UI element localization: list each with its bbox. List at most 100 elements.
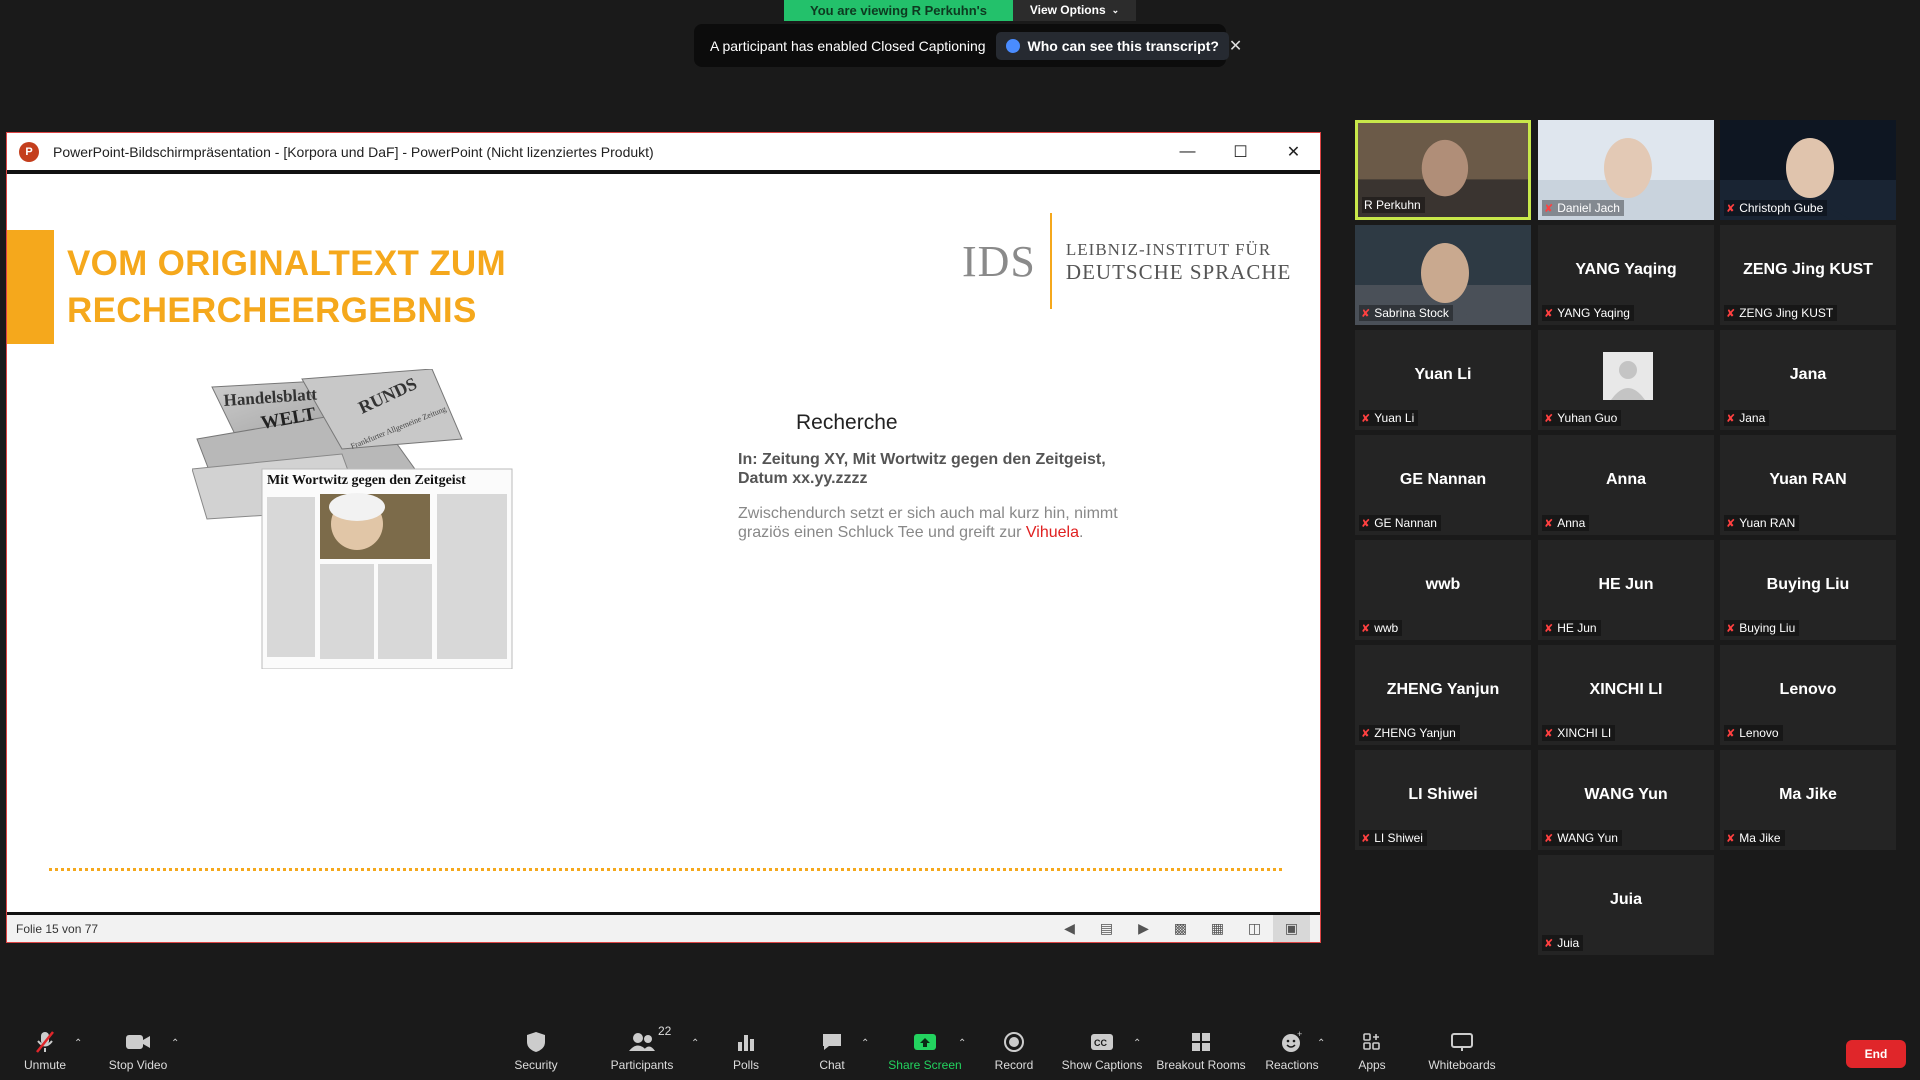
security-label: Security — [514, 1058, 558, 1072]
slideshow-view-icon[interactable]: ▣ — [1273, 915, 1310, 942]
normal-view-icon[interactable]: ▩ — [1162, 920, 1199, 937]
muted-microphone-icon: ✘ — [1544, 622, 1554, 635]
participant-tile[interactable]: XINCHI LI ✘ XINCHI LI — [1538, 645, 1714, 745]
participant-display-name: Yuan Li — [1414, 366, 1472, 383]
record-button[interactable]: Record — [964, 1030, 1064, 1072]
participant-display-name: HE Jun — [1598, 576, 1654, 593]
participant-name: GE Nannan — [1374, 516, 1437, 530]
participant-display-name: Jana — [1789, 366, 1827, 383]
participant-tile[interactable]: ✘ Sabrina Stock — [1355, 225, 1531, 325]
participant-name-label: ✘ Daniel Jach — [1542, 200, 1624, 216]
participant-name: Jana — [1739, 411, 1766, 425]
next-slide-icon[interactable]: ▶ — [1125, 920, 1162, 937]
slide-menu-icon[interactable]: ▤ — [1088, 920, 1125, 937]
maximize-icon[interactable]: ☐ — [1214, 133, 1267, 170]
ids-abbreviation: IDS — [962, 236, 1036, 286]
participant-tile[interactable]: ✘ Christoph Gube — [1720, 120, 1896, 220]
participant-tile[interactable]: ✘ Yuhan Guo — [1538, 330, 1714, 430]
recherche-heading: Recherche — [796, 411, 898, 434]
participant-tile[interactable]: LI Shiwei ✘ LI Shiwei — [1355, 750, 1531, 850]
audio-options-caret-icon[interactable]: ⌃ — [74, 1038, 82, 1049]
participant-tile[interactable]: wwb ✘ wwb — [1355, 540, 1531, 640]
ids-name-line2: DEUTSCHE SPRACHE — [1065, 260, 1292, 284]
view-options-button[interactable]: View Options ⌄ — [1013, 0, 1136, 21]
slide-accent-bar — [7, 230, 54, 344]
slide-canvas: VOM ORIGINALTEXT ZUM RECHERCHEERGEBNIS I… — [7, 170, 1320, 916]
participant-tile[interactable]: Ma Jike ✘ Ma Jike — [1720, 750, 1896, 850]
participant-display-name: Anna — [1606, 471, 1646, 488]
close-icon[interactable]: ✕ — [1229, 36, 1242, 56]
polls-button[interactable]: Polls — [696, 1030, 796, 1072]
participant-name-label: R Perkuhn — [1362, 197, 1425, 213]
minimize-icon[interactable]: — — [1161, 133, 1214, 170]
closed-captioning-banner: A participant has enabled Closed Caption… — [694, 24, 1242, 67]
participant-name: LI Shiwei — [1374, 831, 1423, 845]
apps-button[interactable]: Apps — [1322, 1030, 1422, 1072]
close-window-icon[interactable]: ✕ — [1267, 133, 1320, 170]
muted-microphone-icon: ✘ — [1544, 832, 1554, 845]
participant-display-name: Ma Jike — [1779, 786, 1837, 803]
slide-title-line1: VOM ORIGINALTEXT ZUM — [67, 244, 506, 283]
participant-tile[interactable]: Jana ✘ Jana — [1720, 330, 1896, 430]
bar-chart-icon — [732, 1030, 760, 1054]
participant-name: Lenovo — [1739, 726, 1779, 740]
slide-sorter-icon[interactable]: ▦ — [1199, 920, 1236, 937]
participant-display-name: Yuan RAN — [1769, 471, 1847, 488]
participant-tile[interactable]: ZENG Jing KUST ✘ ZENG Jing KUST — [1720, 225, 1896, 325]
who-can-see-transcript-button[interactable]: Who can see this transcript? — [995, 31, 1229, 60]
participant-display-name: WANG Yun — [1584, 786, 1668, 803]
participant-tile[interactable]: Lenovo ✘ Lenovo — [1720, 645, 1896, 745]
show-captions-label: Show Captions — [1061, 1058, 1143, 1072]
participant-tile[interactable]: HE Jun ✘ HE Jun — [1538, 540, 1714, 640]
breakout-rooms-button[interactable]: Breakout Rooms — [1151, 1030, 1251, 1072]
muted-microphone-icon: ✘ — [1726, 727, 1736, 740]
participant-name: Ma Jike — [1739, 831, 1781, 845]
participant-name: WANG Yun — [1557, 831, 1618, 845]
muted-microphone-icon: ✘ — [1726, 832, 1736, 845]
participant-tile[interactable]: Juia ✘ Juia — [1538, 855, 1714, 955]
participant-tile[interactable]: YANG Yaqing ✘ YANG Yaqing — [1538, 225, 1714, 325]
chat-button[interactable]: Chat — [782, 1030, 882, 1072]
participant-tile[interactable]: GE Nannan ✘ GE Nannan — [1355, 435, 1531, 535]
participant-tile[interactable]: ZHENG Yanjun ✘ ZHENG Yanjun — [1355, 645, 1531, 745]
end-meeting-button[interactable]: End — [1846, 1040, 1906, 1068]
participant-tile[interactable]: Yuan RAN ✘ Yuan RAN — [1720, 435, 1896, 535]
unmute-button[interactable]: Unmute — [0, 1030, 95, 1072]
viewing-screen-label: You are viewing R Perkuhn's screen — [784, 0, 1013, 39]
captions-options-caret-icon[interactable]: ⌃ — [1133, 1038, 1141, 1049]
svg-text:+: + — [1297, 1030, 1302, 1039]
reading-view-icon[interactable]: ◫ — [1236, 920, 1273, 937]
chat-bubble-icon — [818, 1030, 846, 1054]
participant-name-label: ✘ LI Shiwei — [1359, 830, 1427, 846]
participant-tile[interactable]: Yuan Li ✘ Yuan Li — [1355, 330, 1531, 430]
participant-display-name: LI Shiwei — [1408, 786, 1478, 803]
chat-options-caret-icon[interactable]: ⌃ — [861, 1038, 869, 1049]
stop-video-label: Stop Video — [108, 1058, 168, 1072]
share-screen-button[interactable]: Share Screen — [875, 1030, 975, 1072]
participant-name-label: ✘ wwb — [1359, 620, 1403, 636]
participant-name: HE Jun — [1557, 621, 1597, 635]
previous-slide-icon[interactable]: ◀ — [1051, 920, 1088, 937]
participant-tile[interactable]: Buying Liu ✘ Buying Liu — [1720, 540, 1896, 640]
participant-name: Juia — [1557, 936, 1580, 950]
shared-powerpoint-window: P PowerPoint-Bildschirmpräsentation - [K… — [6, 132, 1321, 943]
security-button[interactable]: Security — [486, 1030, 586, 1072]
participant-name: Christoph Gube — [1739, 201, 1824, 215]
participant-tile[interactable]: Anna ✘ Anna — [1538, 435, 1714, 535]
muted-microphone-icon: ✘ — [1544, 412, 1554, 425]
whiteboards-button[interactable]: Whiteboards — [1412, 1030, 1512, 1072]
stop-video-button[interactable]: Stop Video — [88, 1030, 188, 1072]
view-options-label: View Options — [1029, 3, 1106, 17]
muted-microphone-icon: ✘ — [1361, 412, 1371, 425]
participant-tile[interactable]: WANG Yun ✘ WANG Yun — [1538, 750, 1714, 850]
participant-name-label: ✘ XINCHI LI — [1542, 725, 1616, 741]
participants-button[interactable]: 22 Participants — [592, 1024, 692, 1072]
show-captions-button[interactable]: CC Show Captions — [1052, 1030, 1152, 1072]
muted-microphone-icon: ✘ — [1544, 202, 1554, 215]
participant-name: Yuan Li — [1374, 411, 1415, 425]
video-options-caret-icon[interactable]: ⌃ — [171, 1038, 179, 1049]
participant-tile[interactable]: ✘ Daniel Jach — [1538, 120, 1714, 220]
share-banner: You are viewing R Perkuhn's screen View … — [784, 0, 1136, 39]
smiley-face-icon: + — [1278, 1030, 1306, 1054]
participant-tile[interactable]: R Perkuhn — [1355, 120, 1531, 220]
